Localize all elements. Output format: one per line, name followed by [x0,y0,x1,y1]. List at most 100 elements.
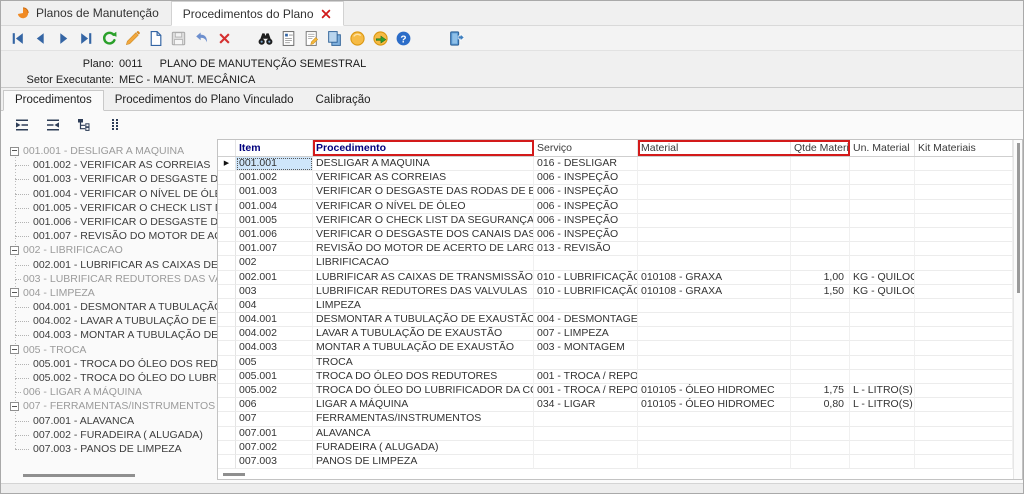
grid-cell[interactable]: 006 - INSPEÇÃO [534,171,638,185]
grid-cell[interactable]: VERIFICAR O DESGASTE DOS CANAIS DAS POLI… [313,228,534,242]
grid-cell[interactable] [791,427,850,441]
tree-node[interactable]: 007.002 - FURADEIRA ( ALUGADA) [5,428,217,442]
table-row[interactable]: 001.004VERIFICAR O NÍVEL DE ÓLEO006 - IN… [218,200,1013,214]
table-row[interactable]: 007.002FURADEIRA ( ALUGADA) [218,441,1013,455]
grid-cell[interactable] [915,271,1013,285]
grid-cell[interactable]: KG - QUILOGRAMA [850,271,915,285]
tree-node[interactable]: 004.003 - MONTAR A TUBULAÇÃO DE EXAUSTÃO [5,328,217,342]
grid-cell[interactable]: TROCA [313,356,534,370]
grid-cell[interactable] [638,256,791,270]
grid-cell[interactable] [850,313,915,327]
table-row[interactable]: 005.001TROCA DO ÓLEO DOS REDUTORES001 - … [218,370,1013,384]
expand-all-button[interactable] [44,116,62,133]
tree-node[interactable]: 004.002 - LAVAR A TUBULAÇÃO DE EXAUSTÃO [5,314,217,328]
table-row[interactable]: 001.003VERIFICAR O DESGASTE DAS RODAS DE… [218,185,1013,199]
close-tab-icon[interactable] [320,8,332,20]
tab-calibracao[interactable]: Calibração [305,91,382,110]
tree-node[interactable]: 007.003 - PANOS DE LIMPEZA [5,442,217,456]
grid-cell[interactable]: DESLIGAR A MAQUINA [313,157,534,171]
refresh-button[interactable] [98,28,121,49]
grid-cell[interactable] [791,313,850,327]
grid-cell[interactable] [915,356,1013,370]
grid-cell[interactable] [915,299,1013,313]
grid-cell[interactable]: 016 - DESLIGAR [534,157,638,171]
grid-cell[interactable] [791,200,850,214]
exit-button[interactable] [445,28,468,49]
grid-cell[interactable]: KG - QUILOGRAMA [850,285,915,299]
grid-cell[interactable] [791,412,850,426]
notes-button[interactable] [300,28,323,49]
grid-cell[interactable]: 003 [236,285,313,299]
grid-cell[interactable] [915,242,1013,256]
grid-cell[interactable] [850,427,915,441]
grid-cell[interactable]: 001.001 [236,157,313,171]
help-button[interactable]: ? [392,28,415,49]
table-row[interactable]: 003LUBRIFICAR REDUTORES DAS VALVULAS010 … [218,285,1013,299]
grid-cell[interactable] [534,441,638,455]
edit-button[interactable] [121,28,144,49]
grid-cell[interactable]: VERIFICAR AS CORREIAS [313,171,534,185]
grid-cell[interactable]: 1,00 [791,271,850,285]
grid-cell[interactable]: LUBRIFICAR AS CAIXAS DE TRANSMISSÃO DOS … [313,271,534,285]
tree-node[interactable]: 004.001 - DESMONTAR A TUBULAÇÃO DE EXAUS… [5,300,217,314]
grid-cell[interactable]: LUBRIFICAR REDUTORES DAS VALVULAS [313,285,534,299]
print-preview-button[interactable] [277,28,300,49]
grid-cell[interactable]: REVISÃO DO MOTOR DE ACERTO DE LARGURA [313,242,534,256]
grid-cell[interactable] [638,228,791,242]
grid-cell[interactable]: TROCA DO ÓLEO DOS REDUTORES [313,370,534,384]
tree-collapse-icon[interactable] [10,147,19,156]
grid-cell[interactable] [638,441,791,455]
export-button[interactable] [346,28,369,49]
grid-cell[interactable]: 013 - REVISÃO [534,242,638,256]
column-header-kit-materiais[interactable]: Kit Materiais [915,140,1013,156]
grid-cell[interactable]: ALAVANCA [313,427,534,441]
tree-collapse-icon[interactable] [10,246,19,255]
grid-cell[interactable]: 007.002 [236,441,313,455]
grid-cell[interactable]: TROCA DO ÓLEO DO LUBRIFICADOR DA CORRENT… [313,384,534,398]
grid-cell[interactable] [791,256,850,270]
grid-cell[interactable] [638,327,791,341]
grid-cell[interactable] [791,370,850,384]
grid-cell[interactable]: 007.001 [236,427,313,441]
tree-node[interactable]: 007.001 - ALAVANCA [5,414,217,428]
grid-cell[interactable] [791,455,850,469]
tree-node[interactable]: 001.001 - DESLIGAR A MAQUINA [5,144,217,158]
grid-cell[interactable] [850,441,915,455]
grid-cell[interactable] [915,185,1013,199]
table-row[interactable]: 007.003PANOS DE LIMPEZA [218,455,1013,469]
grid-cell[interactable]: VERIFICAR O NÍVEL DE ÓLEO [313,200,534,214]
grid-cell[interactable] [915,384,1013,398]
tab-procedimentos[interactable]: Procedimentos [3,90,104,111]
grid-cell[interactable]: 005.002 [236,384,313,398]
grid-cell[interactable] [850,370,915,384]
grid-horizontal-scrollbar[interactable] [223,473,245,476]
tree-node[interactable]: 005 - TROCA [5,343,217,357]
grid-cell[interactable] [915,256,1013,270]
grid-cell[interactable] [534,412,638,426]
grid-cell[interactable] [791,185,850,199]
grid-cell[interactable]: L - LITRO(S) [850,384,915,398]
table-row[interactable]: 001.002VERIFICAR AS CORREIAS006 - INSPEÇ… [218,171,1013,185]
tree-collapse-icon[interactable] [10,345,19,354]
grid-cell[interactable] [638,200,791,214]
grid-vertical-scrollbar[interactable] [1013,140,1022,479]
table-row[interactable]: 002.001LUBRIFICAR AS CAIXAS DE TRANSMISS… [218,271,1013,285]
grid-cell[interactable] [915,171,1013,185]
grid-cell[interactable]: 001 - TROCA / REPOSIÇÃO [534,384,638,398]
grid-cell[interactable] [915,285,1013,299]
column-options-button[interactable] [106,116,124,133]
table-row[interactable]: 007.001ALAVANCA [218,427,1013,441]
grid-cell[interactable]: 004.001 [236,313,313,327]
grid-cell[interactable] [850,171,915,185]
grid-cell[interactable]: PANOS DE LIMPEZA [313,455,534,469]
tree-node[interactable]: 001.004 - VERIFICAR O NÍVEL DE ÓLEO [5,187,217,201]
table-row[interactable]: 004.002LAVAR A TUBULAÇÃO DE EXAUSTÃO007 … [218,327,1013,341]
grid-cell[interactable]: 007.003 [236,455,313,469]
grid-cell[interactable]: 004 - DESMONTAGEM [534,313,638,327]
grid-cell[interactable]: 1,50 [791,285,850,299]
column-header-item[interactable]: Item [236,140,313,156]
grid-cell[interactable] [638,299,791,313]
grid-cell[interactable] [915,200,1013,214]
grid-cell[interactable] [534,256,638,270]
tree-node[interactable]: 007 - FERRAMENTAS/INSTRUMENTOS [5,399,217,413]
